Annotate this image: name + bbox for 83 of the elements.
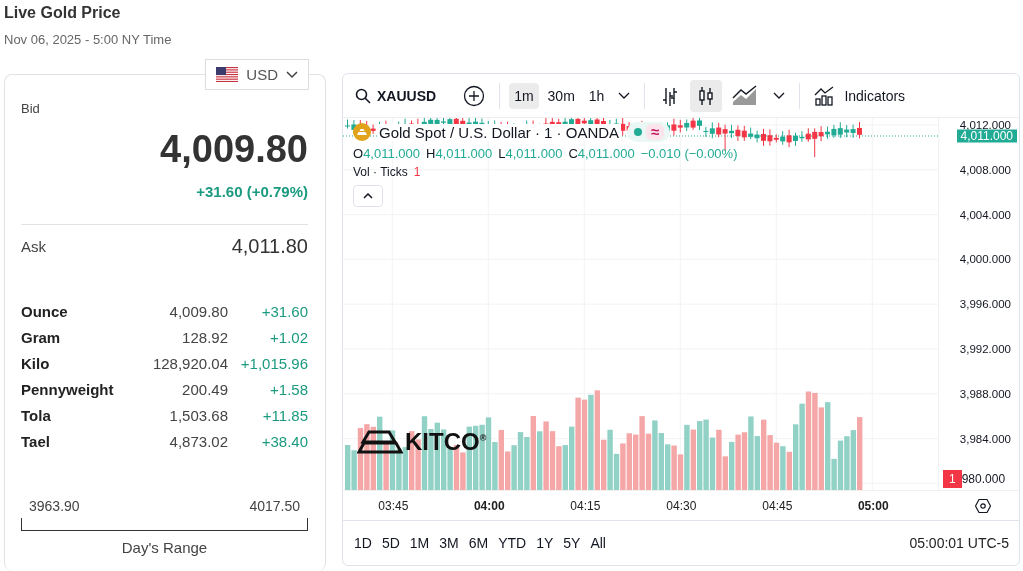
range-button[interactable]: All xyxy=(585,531,611,555)
interval-button[interactable]: 1h xyxy=(583,82,610,109)
ask-price: 4,011.80 xyxy=(231,235,308,258)
unit-name: Kilo xyxy=(21,355,51,372)
price-tick: 980.000 xyxy=(961,472,1006,486)
interval-button[interactable]: 30m xyxy=(542,82,580,109)
bullion-icon xyxy=(353,123,371,141)
price-tick: 3,984.000 xyxy=(959,433,1011,445)
volume-value: 1 xyxy=(413,165,421,179)
unit-change: +31.60 xyxy=(260,303,308,320)
time-tick: 04:30 xyxy=(666,498,697,513)
price-tick: 4,012.000 xyxy=(959,119,1011,131)
last-price-label: 4,011.000 xyxy=(956,129,1017,143)
range-high: 4017.50 xyxy=(249,498,300,514)
time-tick: 04:45 xyxy=(762,498,793,513)
interval-button[interactable]: 1m xyxy=(509,82,539,109)
search-icon xyxy=(355,87,371,104)
kitco-logo: KITCO$^{®}$ xyxy=(357,428,487,456)
range-button[interactable]: 1D xyxy=(349,531,377,555)
price-change: +31.60 (+0.79%) xyxy=(195,183,308,200)
price-tick: 4,000.000 xyxy=(959,253,1011,265)
bid-price: 4,009.80 xyxy=(159,128,308,171)
plus-circle-icon xyxy=(463,84,486,107)
unit-change: +1,015.96 xyxy=(239,355,308,372)
unit-change: +11.85 xyxy=(261,407,308,424)
unit-price: 4,009.80 xyxy=(168,303,228,320)
price-tick: 3,992.000 xyxy=(959,343,1011,355)
unit-price: 200.49 xyxy=(181,381,228,398)
time-tick: 04:00 xyxy=(473,498,505,513)
timestamp: Nov 06, 2025 - 5:00 NY Time xyxy=(4,32,173,47)
chevron-up-icon xyxy=(363,193,373,199)
unit-name: Tola xyxy=(21,407,52,424)
chart-type-button[interactable] xyxy=(690,79,723,112)
unit-price: 1,503.68 xyxy=(168,407,228,424)
ohlc-value: C4,011.000 xyxy=(568,146,635,161)
price-tick: 4,008.000 xyxy=(959,164,1011,176)
chevron-down-icon xyxy=(773,91,786,100)
range-button[interactable]: 1Y xyxy=(531,531,559,555)
range-button[interactable]: 3M xyxy=(434,531,464,555)
unit-name: Pennyweight xyxy=(21,381,115,398)
unit-price: 4,873.02 xyxy=(168,433,228,450)
volume-badge: 1 xyxy=(943,470,962,488)
indicators-button[interactable]: Indicators xyxy=(809,80,911,111)
ohlc-value: L4,011.000 xyxy=(498,146,563,161)
clock: 05:00:01 UTC-5 xyxy=(909,535,1009,551)
ohlc-value: H4,011.000 xyxy=(426,146,493,161)
range-button[interactable]: 6M xyxy=(463,531,494,555)
symbol-title: Gold Spot / U.S. Dollar · 1 · OANDA xyxy=(377,123,622,141)
flag-icon xyxy=(216,67,239,82)
chevron-down-icon xyxy=(286,70,298,79)
unit-name: Tael xyxy=(21,433,51,450)
collapse-button[interactable] xyxy=(353,185,383,207)
time-tick: 04:15 xyxy=(570,498,601,513)
currency-dropdown[interactable]: USD xyxy=(205,59,309,90)
change-value: −0.010 (−0.00%) xyxy=(640,146,738,161)
unit-price: 128.92 xyxy=(181,329,228,346)
unit-name: Ounce xyxy=(21,303,69,320)
chevron-down-icon xyxy=(618,91,631,100)
range-button[interactable]: 5D xyxy=(376,531,405,555)
range-label: Day's Range xyxy=(120,539,209,556)
time-tick: 05:00 xyxy=(857,498,889,513)
status-dot-icon xyxy=(633,127,644,137)
volume-label: Vol · Ticks xyxy=(353,165,408,179)
time-tick: 03:45 xyxy=(378,498,409,513)
price-tick: 3,996.000 xyxy=(959,298,1011,310)
market-status-badge: ≈ xyxy=(646,124,665,140)
unit-change: +38.40 xyxy=(260,433,308,450)
symbol-search[interactable]: XAUUSD xyxy=(351,83,441,108)
bid-label: Bid xyxy=(21,101,41,116)
unit-change: +1.02 xyxy=(269,329,308,346)
ohlc-value: O4,011.000 xyxy=(353,146,420,161)
range-low: 3963.90 xyxy=(29,498,80,514)
page-title: Live Gold Price xyxy=(4,4,122,22)
ask-label: Ask xyxy=(21,238,46,255)
price-tick: 3,988.000 xyxy=(959,388,1011,400)
range-button[interactable]: YTD xyxy=(493,531,532,555)
unit-change: +1.58 xyxy=(269,381,308,398)
unit-name: Gram xyxy=(21,329,62,346)
settings-icon[interactable] xyxy=(975,498,991,514)
range-button[interactable]: 1M xyxy=(404,531,435,555)
price-tick: 4,004.000 xyxy=(959,209,1011,221)
range-button[interactable]: 5Y xyxy=(558,531,586,555)
unit-price: 128,920.04 xyxy=(152,355,228,372)
